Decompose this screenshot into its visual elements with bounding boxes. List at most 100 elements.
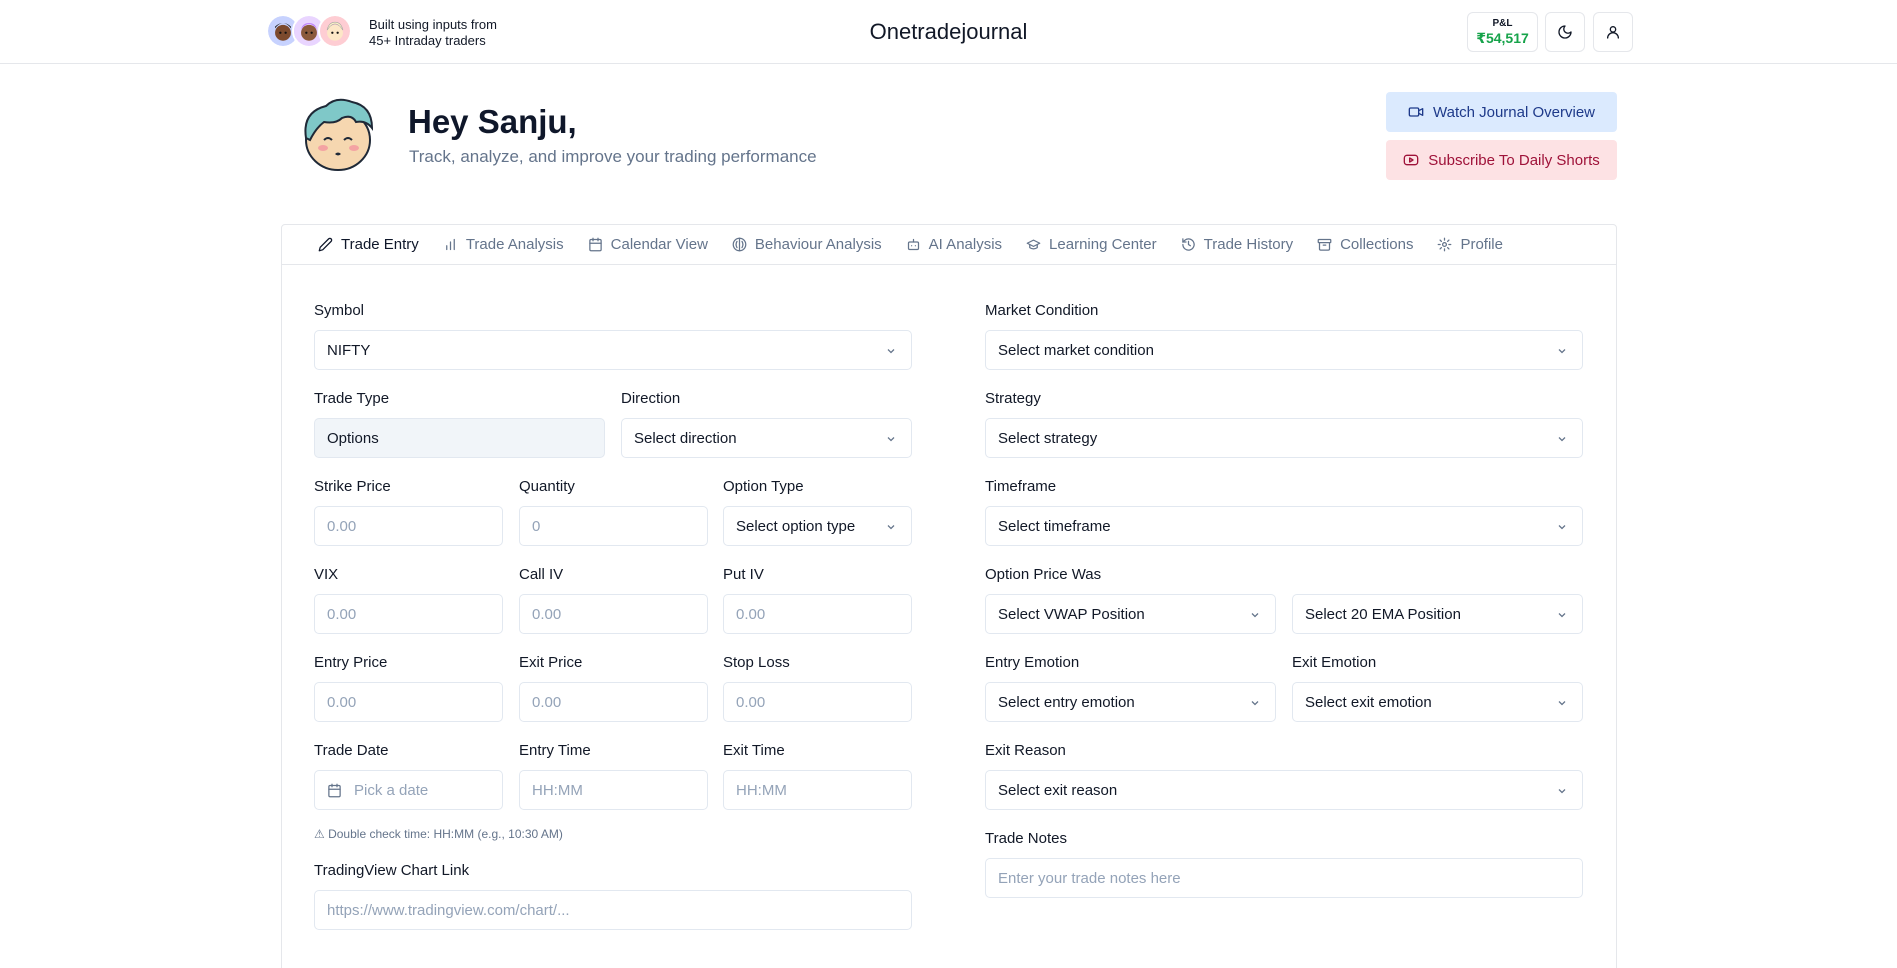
direction-select[interactable]: Select direction [621, 418, 912, 458]
exit-emotion-label: Exit Emotion [1292, 654, 1377, 671]
exit-price-input[interactable]: 0.00 [519, 682, 708, 722]
vix-input[interactable]: 0.00 [314, 594, 503, 634]
chevron-down-icon [1558, 349, 1566, 354]
exit-reason-label: Exit Reason [985, 742, 1066, 759]
quantity-input[interactable]: 0 [519, 506, 708, 546]
exit-time-input[interactable]: HH:MM [723, 770, 912, 810]
ema-position-select[interactable]: Select 20 EMA Position [1292, 594, 1583, 634]
exit-reason-select[interactable]: Select exit reason [985, 770, 1583, 810]
quantity-label: Quantity [519, 478, 575, 495]
chevron-down-icon [887, 525, 895, 530]
watch-journal-overview-button[interactable]: Watch Journal Overview [1386, 92, 1617, 132]
entry-time-placeholder: HH:MM [532, 781, 583, 799]
tab-profile[interactable]: Profile [1437, 236, 1503, 253]
timeframe-select[interactable]: Select timeframe [985, 506, 1583, 546]
video-icon [1408, 107, 1424, 117]
top-bar: Built using inputs from 45+ Intraday tra… [0, 0, 1897, 64]
pnl-label: P&L [1492, 18, 1513, 29]
chevron-down-icon [1558, 437, 1566, 442]
trade-notes-input[interactable]: Enter your trade notes here [985, 858, 1583, 898]
entry-emotion-select[interactable]: Select entry emotion [985, 682, 1276, 722]
put-iv-input[interactable]: 0.00 [723, 594, 912, 634]
market-condition-select[interactable]: Select market condition [985, 330, 1583, 370]
trade-type-label: Trade Type [314, 390, 390, 407]
trade-date-label: Trade Date [314, 742, 389, 759]
vwap-position-select[interactable]: Select VWAP Position [985, 594, 1276, 634]
tab-label: Trade Entry [341, 236, 419, 253]
calendar-icon [588, 237, 602, 252]
trade-notes-placeholder: Enter your trade notes here [998, 869, 1181, 887]
vwap-position-placeholder: Select VWAP Position [998, 605, 1145, 623]
tab-label: Collections [1340, 236, 1414, 253]
option-price-was-label: Option Price Was [985, 566, 1102, 583]
tab-label: Trade Analysis [465, 236, 564, 253]
stop-loss-input[interactable]: 0.00 [723, 682, 912, 722]
call-iv-input[interactable]: 0.00 [519, 594, 708, 634]
watch-journal-overview-label: Watch Journal Overview [1433, 103, 1595, 121]
tab-calendar-view[interactable]: Calendar View [588, 236, 708, 253]
pnl-badge[interactable]: P&L ₹54,517 [1467, 12, 1538, 52]
entry-time-label: Entry Time [519, 742, 591, 759]
bot-icon [907, 238, 919, 251]
tab-collections[interactable]: Collections [1317, 236, 1413, 253]
chart-link-placeholder: https://www.tradingview.com/chart/... [327, 901, 570, 919]
exit-time-label: Exit Time [723, 742, 785, 759]
strike-price-label: Strike Price [314, 478, 391, 495]
entry-price-placeholder: 0.00 [327, 693, 357, 711]
chevron-down-icon [1558, 525, 1566, 530]
put-iv-label: Put IV [723, 566, 764, 583]
strike-price-placeholder: 0.00 [327, 517, 357, 535]
pencil-icon [318, 237, 333, 252]
tab-learning-center[interactable]: Learning Center [1026, 236, 1157, 253]
tab-label: Trade History [1203, 236, 1294, 253]
tab-label: Behaviour Analysis [754, 236, 882, 253]
trade-notes-label: Trade Notes [985, 830, 1067, 847]
entry-time-input[interactable]: HH:MM [519, 770, 708, 810]
call-iv-label: Call IV [519, 566, 564, 583]
trade-date-picker[interactable]: Pick a date [314, 770, 503, 810]
subscribe-daily-shorts-label: Subscribe To Daily Shorts [1428, 151, 1600, 169]
theme-toggle-button[interactable] [1545, 12, 1585, 52]
pnl-value: ₹54,517 [1476, 30, 1529, 46]
moon-icon [1558, 25, 1572, 39]
symbol-select[interactable]: NIFTY [314, 330, 912, 370]
trade-date-placeholder: Pick a date [354, 781, 429, 799]
calendar-icon [328, 783, 341, 797]
call-iv-placeholder: 0.00 [532, 605, 562, 623]
history-icon [1181, 238, 1195, 251]
brand-title[interactable]: Onetradejournal [870, 19, 1028, 44]
greeting-title: Hey Sanju, [408, 103, 577, 140]
entry-emotion-placeholder: Select entry emotion [998, 693, 1135, 711]
built-line-1: Built using inputs from [369, 17, 497, 32]
timeframe-label: Timeframe [985, 478, 1057, 495]
direction-placeholder: Select direction [634, 429, 737, 447]
youtube-icon [1403, 154, 1419, 166]
subscribe-daily-shorts-button[interactable]: Subscribe To Daily Shorts [1386, 140, 1617, 180]
strategy-select[interactable]: Select strategy [985, 418, 1583, 458]
main-tabs: Trade Entry Trade Analysis Calendar View… [282, 225, 1616, 265]
chart-link-input[interactable]: https://www.tradingview.com/chart/... [314, 890, 912, 930]
put-iv-placeholder: 0.00 [736, 605, 766, 623]
tab-ai-analysis[interactable]: AI Analysis [906, 236, 1002, 253]
strike-price-input[interactable]: 0.00 [314, 506, 503, 546]
profile-menu-button[interactable] [1593, 12, 1633, 52]
brain-icon [732, 237, 747, 252]
tab-trade-history[interactable]: Trade History [1181, 236, 1293, 253]
exit-reason-placeholder: Select exit reason [998, 781, 1118, 799]
tab-label: Learning Center [1049, 236, 1157, 253]
tab-behaviour-analysis[interactable]: Behaviour Analysis [732, 236, 882, 253]
entry-price-input[interactable]: 0.00 [314, 682, 503, 722]
chevron-down-icon [1558, 613, 1566, 618]
archive-icon [1317, 238, 1332, 251]
strategy-label: Strategy [985, 390, 1041, 407]
tab-label: AI Analysis [928, 236, 1003, 253]
symbol-label: Symbol [314, 302, 365, 319]
tab-trade-analysis[interactable]: Trade Analysis [443, 236, 564, 253]
option-type-select[interactable]: Select option type [723, 506, 912, 546]
exit-emotion-select[interactable]: Select exit emotion [1292, 682, 1583, 722]
trader-avatars [266, 14, 352, 50]
built-line-2: 45+ Intraday traders [369, 33, 486, 48]
entry-price-label: Entry Price [314, 654, 388, 671]
user-avatar [304, 98, 374, 171]
tab-trade-entry[interactable]: Trade Entry [318, 236, 419, 253]
